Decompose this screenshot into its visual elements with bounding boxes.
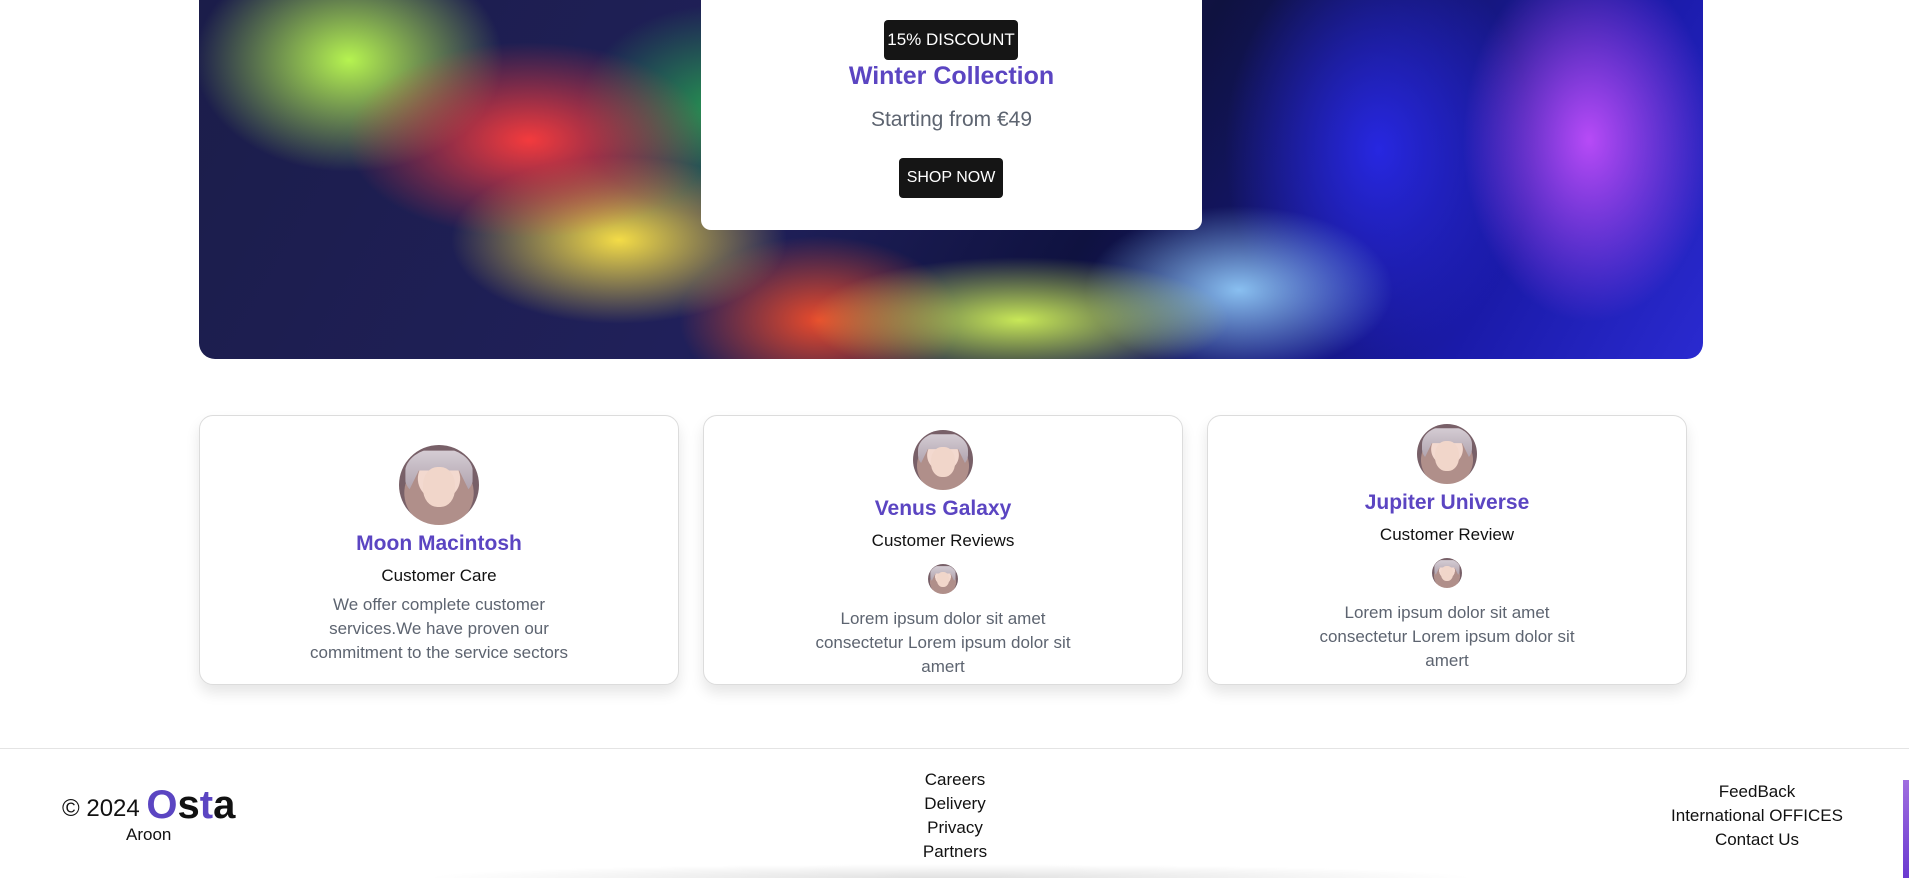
footer-link-feedback[interactable]: FeedBack bbox=[1670, 780, 1844, 804]
discount-badge: 15% DISCOUNT bbox=[884, 20, 1018, 60]
footer-links-right: FeedBack International OFFICES Contact U… bbox=[1670, 780, 1844, 852]
footer-link-international-offices[interactable]: International OFFICES bbox=[1670, 804, 1844, 828]
bottom-shadow bbox=[420, 864, 1480, 878]
card-description: Lorem ipsum dolor sit amet consectetur L… bbox=[815, 609, 1071, 676]
avatar-icon bbox=[399, 445, 479, 525]
footer-link-contact-us[interactable]: Contact Us bbox=[1670, 828, 1844, 852]
card-role: Customer Reviews bbox=[871, 531, 1015, 550]
card-name: Jupiter Universe bbox=[1364, 491, 1530, 514]
avatar-icon bbox=[1417, 424, 1477, 484]
hero-subtitle: Starting from €49 bbox=[870, 108, 1033, 131]
card-role: Customer Review bbox=[1379, 525, 1515, 544]
hero-title: Winter Collection bbox=[848, 62, 1055, 90]
footer-link-careers[interactable]: Careers bbox=[900, 768, 1010, 792]
card-description: We offer complete customer services.We h… bbox=[310, 595, 568, 662]
small-avatar-icon bbox=[928, 564, 958, 594]
footer-link-partners[interactable]: Partners bbox=[900, 840, 1010, 864]
card-description: Lorem ipsum dolor sit amet consectetur L… bbox=[1319, 603, 1575, 670]
copyright-text: © 2024 bbox=[62, 795, 140, 822]
footer-divider bbox=[0, 748, 1909, 749]
footer-owner: Aroon bbox=[126, 825, 172, 844]
team-card-1: Moon Macintosh Customer Care We offer co… bbox=[199, 415, 679, 685]
card-name: Moon Macintosh bbox=[356, 532, 522, 555]
team-card-3: Jupiter Universe Customer Review Lorem i… bbox=[1207, 415, 1687, 685]
card-name: Venus Galaxy bbox=[874, 497, 1012, 520]
footer-link-privacy[interactable]: Privacy bbox=[900, 816, 1010, 840]
small-avatar-icon bbox=[1432, 558, 1462, 588]
footer-copyright: © 2024 Osta bbox=[62, 783, 235, 828]
card-role: Customer Care bbox=[381, 566, 497, 585]
footer-link-delivery[interactable]: Delivery bbox=[900, 792, 1010, 816]
scrollbar-edge[interactable] bbox=[1903, 780, 1909, 878]
team-card-2: Venus Galaxy Customer Reviews Lorem ipsu… bbox=[703, 415, 1183, 685]
footer-links-middle: Careers Delivery Privacy Partners bbox=[900, 768, 1010, 864]
hero-promo-card: 15% DISCOUNT Winter Collection Starting … bbox=[701, 0, 1202, 230]
avatar-icon bbox=[913, 430, 973, 490]
shop-now-button[interactable]: SHOP NOW bbox=[899, 158, 1003, 198]
brand-logo[interactable]: Osta bbox=[146, 783, 235, 827]
